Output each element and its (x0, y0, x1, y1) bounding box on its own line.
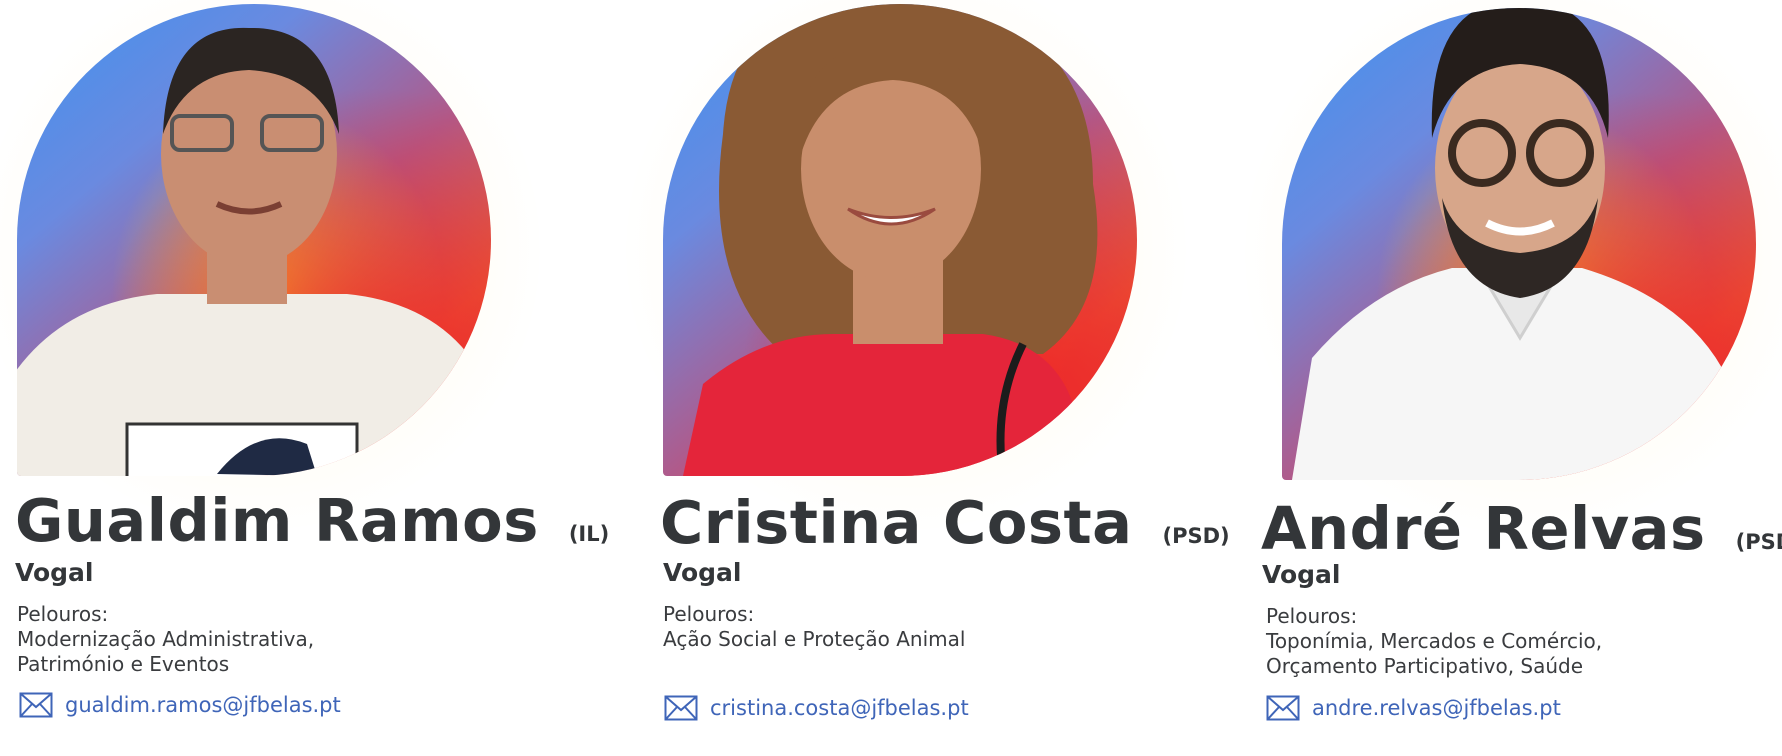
member-photo (1282, 8, 1756, 480)
member-name-row: Cristina Costa (PSD) (660, 488, 1230, 557)
member-role: Vogal (663, 558, 742, 587)
email-row[interactable]: andre.relvas@jfbelas.pt (1266, 695, 1561, 721)
member-card-cristina-costa: Cristina Costa (PSD) Vogal Pelouros: Açã… (626, 0, 1230, 756)
email-link[interactable]: andre.relvas@jfbelas.pt (1312, 696, 1561, 720)
pelouros-line: Orçamento Participativo, Saúde (1266, 654, 1584, 678)
member-role: Vogal (1262, 560, 1341, 589)
member-name-row: Gualdim Ramos (IL) (15, 486, 609, 555)
member-party: (PSD) (1735, 530, 1782, 554)
member-name: Cristina Costa (660, 488, 1133, 557)
pelouros-line: Património e Eventos (17, 652, 230, 676)
pelouros-label: Pelouros: (663, 602, 755, 626)
member-card-gualdim-ramos: Gualdim Ramos (IL) Vogal Pelouros: Moder… (0, 0, 609, 756)
pelouros-line: Ação Social e Proteção Animal (663, 627, 966, 651)
email-link[interactable]: cristina.costa@jfbelas.pt (710, 696, 969, 720)
email-link[interactable]: gualdim.ramos@jfbelas.pt (65, 693, 341, 717)
person-portrait (1292, 8, 1752, 480)
pelouros-label: Pelouros: (1266, 604, 1358, 628)
member-card-andre-relvas: André Relvas (PSD) Vogal Pelouros: Topon… (1245, 0, 1782, 756)
mail-icon[interactable] (19, 692, 53, 718)
pelouros-line: Modernização Administrativa, (17, 627, 315, 651)
member-party: (PSD) (1162, 524, 1230, 548)
member-role: Vogal (15, 558, 94, 587)
pelouros-label: Pelouros: (17, 602, 109, 626)
email-row[interactable]: cristina.costa@jfbelas.pt (664, 695, 969, 721)
person-portrait (683, 4, 1098, 476)
pelouros-line: Toponímia, Mercados e Comércio, (1266, 629, 1603, 653)
member-party: (IL) (568, 522, 610, 546)
person-portrait (17, 27, 487, 476)
member-name: André Relvas (1261, 494, 1706, 563)
member-name: Gualdim Ramos (15, 486, 539, 555)
mail-icon[interactable] (664, 695, 698, 721)
mail-icon[interactable] (1266, 695, 1300, 721)
member-photo (663, 4, 1137, 476)
member-name-row: André Relvas (PSD) (1261, 494, 1782, 563)
email-row[interactable]: gualdim.ramos@jfbelas.pt (19, 692, 341, 718)
member-photo (17, 4, 491, 476)
